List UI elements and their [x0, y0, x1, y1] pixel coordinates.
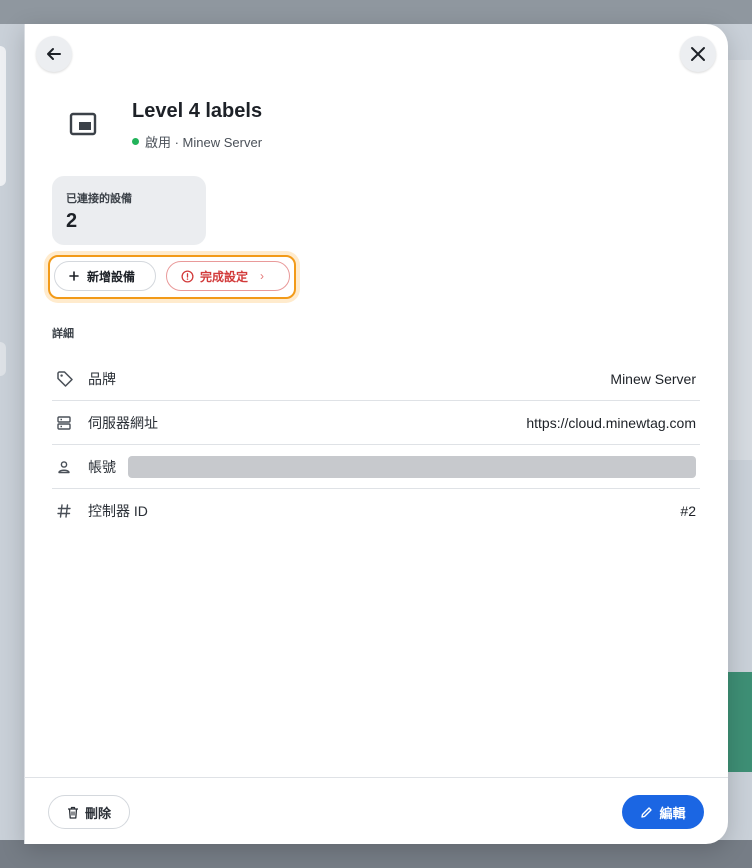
server-icon — [56, 413, 80, 433]
chevron-right-icon: › — [260, 269, 265, 283]
status-text: 啟用 · Minew Server — [145, 135, 263, 150]
details-section-title: 詳細 — [52, 328, 74, 340]
page-title: Level 4 labels — [132, 100, 263, 122]
pencil-icon — [641, 806, 653, 818]
masked-account-value — [128, 455, 696, 478]
panel-divider — [24, 24, 25, 844]
background-right-accent — [726, 672, 752, 772]
detail-row-brand: 品牌 Minew Server — [52, 357, 700, 401]
close-button[interactable] — [680, 36, 716, 72]
detail-row-account: 帳號 — [52, 445, 700, 489]
trash-icon — [67, 806, 78, 819]
detail-row-server-url: 伺服器網址 https://cloud.minewtag.com — [52, 401, 700, 445]
add-device-label: 新增設備 — [87, 269, 136, 284]
background-right-panel — [726, 60, 752, 460]
alert-circle-icon — [181, 269, 194, 283]
detail-value: Minew Server — [610, 370, 696, 387]
background-left-card — [0, 342, 6, 376]
edit-button[interactable]: 編輯 — [622, 795, 704, 829]
finish-setup-label: 完成設定 — [200, 269, 249, 284]
stat-label: 已連接的設備 — [66, 193, 132, 205]
status-dot — [132, 138, 139, 145]
hash-icon — [56, 501, 80, 521]
add-device-button[interactable]: 新增設備 — [54, 261, 156, 291]
stat-value: 2 — [66, 210, 78, 232]
close-icon — [691, 47, 705, 61]
detail-label: 控制器 ID — [88, 502, 148, 519]
background-left-card — [0, 46, 6, 186]
detail-label: 品牌 — [88, 370, 116, 387]
label-device-icon — [69, 112, 97, 136]
edit-label: 編輯 — [659, 805, 686, 821]
detail-row-controller-id: 控制器 ID #2 — [52, 489, 700, 532]
user-icon — [56, 457, 80, 477]
device-detail-panel: Level 4 labels 啟用 · Minew Server 已連接的設備 … — [24, 24, 728, 844]
footer-divider — [24, 777, 728, 778]
detail-label: 伺服器網址 — [88, 414, 158, 431]
action-button-group: 新增設備 完成設定 › — [48, 255, 296, 299]
background-bottom-bar — [0, 840, 752, 868]
background-topbar — [0, 0, 752, 24]
delete-label: 刪除 — [84, 805, 111, 821]
tag-icon — [56, 369, 80, 389]
status-line: 啟用 · Minew Server — [132, 132, 262, 151]
detail-label: 帳號 — [88, 458, 116, 475]
detail-value: #2 — [680, 502, 696, 519]
back-button[interactable] — [36, 36, 72, 72]
plus-icon — [69, 271, 79, 281]
connected-devices-card: 已連接的設備 2 — [52, 176, 206, 245]
delete-button[interactable]: 刪除 — [48, 795, 130, 829]
finish-setup-button[interactable]: 完成設定 › — [166, 261, 290, 291]
arrow-left-icon — [47, 48, 61, 60]
detail-value: https://cloud.minewtag.com — [526, 414, 696, 431]
